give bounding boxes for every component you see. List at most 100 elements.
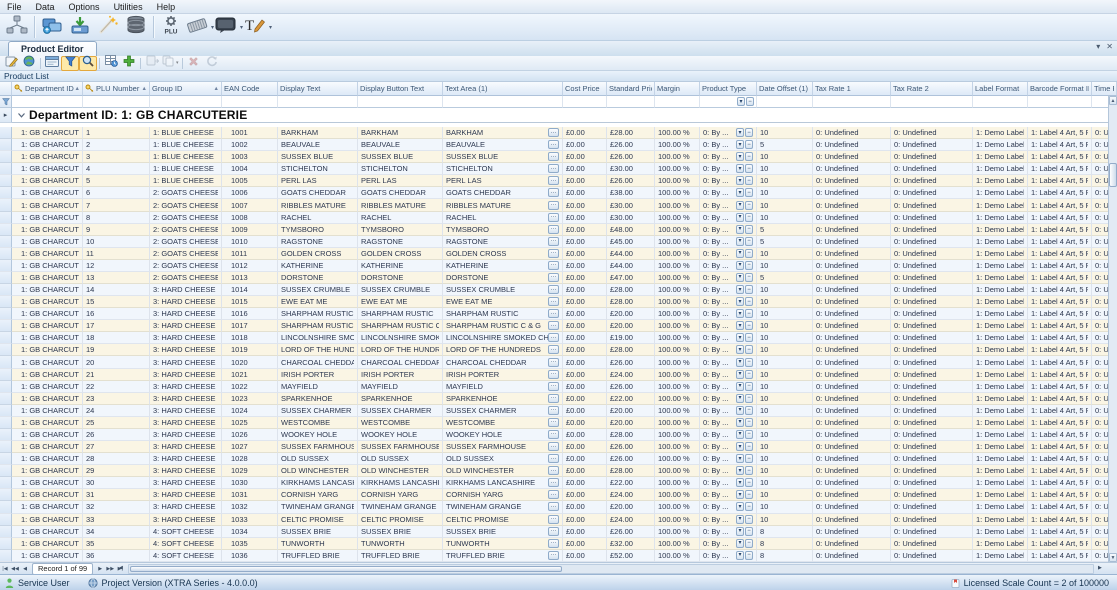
minus-button[interactable]: − [745, 201, 753, 210]
cell-display-button[interactable]: TUNWORTH [358, 538, 443, 550]
row-indicator[interactable] [0, 538, 12, 550]
cell-tax-rate-2[interactable]: 0: Undefined [891, 308, 973, 320]
cell-tax-rate-2[interactable]: 0: Undefined [891, 514, 973, 526]
hscroll-right-icon[interactable]: ▶ [1098, 565, 1102, 571]
cell-standard-price[interactable]: £28.00 [607, 429, 655, 441]
column-header-group[interactable]: Group ID▲ [150, 82, 222, 96]
cell-text-area[interactable]: OLD WINCHESTER··· [443, 465, 563, 477]
cell-plu[interactable]: 17 [83, 320, 150, 332]
cell-plu[interactable]: 23 [83, 393, 150, 405]
cell-department[interactable]: 1: GB CHARCUTE... [12, 236, 83, 248]
minus-button[interactable]: − [745, 502, 753, 511]
cell-group[interactable]: 2: GOATS CHEESE [150, 272, 222, 284]
cell-standard-price[interactable]: £28.00 [607, 465, 655, 477]
scroll-down-icon[interactable]: ▼ [1109, 553, 1117, 562]
horizontal-scrollbar[interactable] [128, 564, 1094, 574]
cell-display[interactable]: WOOKEY HOLE [278, 429, 358, 441]
sync-button[interactable] [38, 15, 66, 40]
cell-margin[interactable]: 100.00 % [655, 538, 700, 550]
cell-display[interactable]: CORNISH YARG [278, 489, 358, 501]
cell-ean[interactable]: 1026 [222, 429, 278, 441]
cell-ean[interactable]: 1003 [222, 151, 278, 163]
cell-standard-price[interactable]: £20.00 [607, 308, 655, 320]
cell-ean[interactable]: 1002 [222, 139, 278, 151]
cell-plu[interactable]: 32 [83, 501, 150, 513]
cell-ean[interactable]: 1031 [222, 489, 278, 501]
cell-margin[interactable]: 100.00 % [655, 236, 700, 248]
cell-cost-price[interactable]: £0.00 [563, 284, 607, 296]
cell-display[interactable]: SUSSEX BRIE [278, 526, 358, 538]
cell-tax-rate-2[interactable]: 0: Undefined [891, 163, 973, 175]
cell-display-button[interactable]: OLD SUSSEX [358, 453, 443, 465]
cell-margin[interactable]: 100.00 % [655, 272, 700, 284]
cell-barcode-format[interactable]: 1: Label 4 Art, 5 Pr... [1028, 224, 1092, 236]
cell-plu[interactable]: 21 [83, 369, 150, 381]
cell-date-offset[interactable]: 10 [757, 320, 813, 332]
cell-group[interactable]: 1: BLUE CHEESE [150, 139, 222, 151]
plu-settings-button[interactable]: PLU [157, 15, 185, 40]
cell-margin[interactable]: 100.00 % [655, 477, 700, 489]
cell-date-offset[interactable]: 10 [757, 514, 813, 526]
column-header-barcode-format[interactable]: Barcode Format ID [1028, 82, 1092, 96]
cell-display-button[interactable]: EWE EAT ME [358, 296, 443, 308]
cell-department[interactable]: 1: GB CHARCUTE... [12, 356, 83, 368]
cell-tax-rate-1[interactable]: 0: Undefined [813, 212, 891, 224]
cell-standard-price[interactable]: £47.00 [607, 272, 655, 284]
filter-cell-ean[interactable] [222, 96, 278, 108]
cell-department[interactable]: 1: GB CHARCUTE... [12, 477, 83, 489]
cell-margin[interactable]: 100.00 % [655, 248, 700, 260]
cell-barcode-format[interactable]: 1: Label 4 Art, 5 Pr... [1028, 127, 1092, 139]
cell-text-area[interactable]: LINCOLNSHIRE SMOKED CHEESE··· [443, 332, 563, 344]
cell-display[interactable]: KIRKHAMS LANCASHIRE [278, 477, 358, 489]
row-indicator[interactable] [0, 163, 12, 175]
cell-ean[interactable]: 1022 [222, 381, 278, 393]
column-header-tax-rate-2[interactable]: Tax Rate 2 [891, 82, 973, 96]
cell-ean[interactable]: 1025 [222, 417, 278, 429]
cell-display-button[interactable]: CHARCOAL CHEDDAR [358, 356, 443, 368]
minus-button[interactable]: − [745, 261, 753, 270]
cell-department[interactable]: 1: GB CHARCUTE... [12, 393, 83, 405]
column-header-standard-price[interactable]: Standard Price [607, 82, 655, 96]
cell-tax-rate-2[interactable]: 0: Undefined [891, 501, 973, 513]
cell-product-type[interactable]: 0: By ...▾− [700, 393, 757, 405]
cell-group[interactable]: 3: HARD CHEESE [150, 308, 222, 320]
cell-display[interactable]: RIBBLES MATURE [278, 199, 358, 211]
cell-department[interactable]: 1: GB CHARCUTE... [12, 187, 83, 199]
cell-group[interactable]: 3: HARD CHEESE [150, 320, 222, 332]
cell-group[interactable]: 3: HARD CHEESE [150, 344, 222, 356]
cell-product-type[interactable]: 0: By ...▾− [700, 489, 757, 501]
cell-ean[interactable]: 1007 [222, 199, 278, 211]
cell-margin[interactable]: 100.00 % [655, 453, 700, 465]
ellipsis-button[interactable]: ··· [548, 551, 559, 560]
cell-group[interactable]: 3: HARD CHEESE [150, 429, 222, 441]
row-indicator[interactable] [0, 441, 12, 453]
column-header-time-period[interactable]: Time Pe... [1092, 82, 1117, 96]
cell-barcode-format[interactable]: 1: Label 4 Art, 5 Pr... [1028, 344, 1092, 356]
cell-tax-rate-1[interactable]: 0: Undefined [813, 477, 891, 489]
combo-arrow-button[interactable]: ▾ [736, 249, 744, 258]
ellipsis-button[interactable]: ··· [548, 406, 559, 415]
cell-tax-rate-1[interactable]: 0: Undefined [813, 139, 891, 151]
cell-display[interactable]: SHARPHAM RUSTIC [278, 308, 358, 320]
filter-cell-margin[interactable] [655, 96, 700, 108]
cell-cost-price[interactable]: £0.00 [563, 514, 607, 526]
cell-tax-rate-1[interactable]: 0: Undefined [813, 175, 891, 187]
cell-tax-rate-2[interactable]: 0: Undefined [891, 284, 973, 296]
column-header-margin[interactable]: Margin [655, 82, 700, 96]
minus-button[interactable]: − [745, 249, 753, 258]
cell-product-type[interactable]: 0: By ...▾− [700, 284, 757, 296]
cell-margin[interactable]: 100.00 % [655, 320, 700, 332]
combo-arrow-button[interactable]: ▾ [736, 490, 744, 499]
cell-plu[interactable]: 29 [83, 465, 150, 477]
ellipsis-button[interactable]: ··· [548, 297, 559, 306]
ellipsis-button[interactable]: ··· [548, 333, 559, 342]
ellipsis-button[interactable]: ··· [548, 176, 559, 185]
cell-date-offset[interactable]: 10 [757, 212, 813, 224]
cell-product-type[interactable]: 0: By ...▾− [700, 441, 757, 453]
cell-label-format[interactable]: 1: Demo Label [973, 405, 1028, 417]
cell-standard-price[interactable]: £45.00 [607, 236, 655, 248]
cell-cost-price[interactable]: £0.00 [563, 453, 607, 465]
cell-group[interactable]: 3: HARD CHEESE [150, 296, 222, 308]
cell-text-area[interactable]: TUNWORTH··· [443, 538, 563, 550]
cell-plu[interactable]: 20 [83, 356, 150, 368]
